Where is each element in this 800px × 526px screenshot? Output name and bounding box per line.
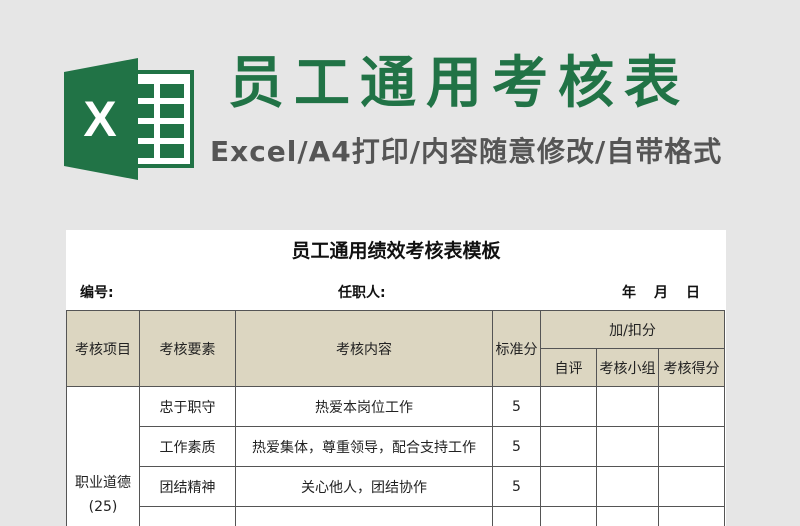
self-cell[interactable] xyxy=(540,426,597,467)
score-cell[interactable] xyxy=(658,426,725,467)
sheet-title: 员工通用绩效考核表模板 xyxy=(291,240,501,262)
excel-logo-icon: X xyxy=(64,58,194,180)
self-cell[interactable] xyxy=(540,386,597,427)
standard-cell: 5 xyxy=(492,426,541,467)
self-cell[interactable] xyxy=(540,466,597,507)
banner-subtitle: Excel/A4打印/内容随意修改/自带格式 xyxy=(210,135,723,168)
content-cell: 热爱本岗位工作 xyxy=(235,386,493,427)
score-cell[interactable] xyxy=(658,506,725,526)
score-cell[interactable] xyxy=(658,386,725,427)
element-cell: 工作素质 xyxy=(139,426,236,467)
category-name: 职业道德 xyxy=(75,474,131,491)
group-cell[interactable] xyxy=(596,426,659,467)
date-labels: 年月日 xyxy=(622,282,718,302)
person-label: 任职人: xyxy=(338,285,386,301)
group-cell[interactable] xyxy=(596,386,659,427)
header-score: 考核得分 xyxy=(658,348,725,387)
element-cell xyxy=(139,506,236,526)
content-cell xyxy=(235,506,493,526)
logo-letter: X xyxy=(83,91,116,147)
category-score: (25) xyxy=(88,498,118,515)
banner: X 员工通用考核表 Excel/A4打印/内容随意修改/自带格式 xyxy=(0,0,800,200)
year-label: 年 xyxy=(622,285,636,301)
header-content: 考核内容 xyxy=(235,310,493,387)
self-cell[interactable] xyxy=(540,506,597,526)
header-standard: 标准分 xyxy=(492,310,541,387)
number-label: 编号: xyxy=(80,285,114,301)
spreadsheet-preview: 员工通用绩效考核表模板 编号: 任职人: 年 月 日 考核项目 考核要素 考核内容 … xyxy=(66,230,726,526)
table-row: 职业道德 (25) 忠于职守 热爱本岗位工作 5 xyxy=(66,386,725,526)
header-item: 考核项目 xyxy=(66,310,140,387)
header-row-1: 考核项目 考核要素 考核内容 标准分 加/扣分 xyxy=(66,310,725,387)
table-row: 团结精神 关心他人，团结协作 5 xyxy=(67,466,725,507)
element-cell: 忠于职守 xyxy=(139,386,236,427)
month-label: 月 xyxy=(654,285,668,301)
element-cell: 团结精神 xyxy=(139,466,236,507)
day-label: 日 xyxy=(686,285,700,301)
score-cell[interactable] xyxy=(658,466,725,507)
standard-cell xyxy=(492,506,541,526)
group-cell[interactable] xyxy=(596,506,659,526)
header-self: 自评 xyxy=(540,348,597,387)
header-adjust: 加/扣分 xyxy=(540,310,725,349)
content-cell: 热爱集体，尊重领导，配合支持工作 xyxy=(235,426,493,467)
assessment-table: 考核项目 考核要素 考核内容 标准分 加/扣分 自评 考核小组 考核得分 职业道… xyxy=(66,310,725,526)
table-row: 工作素质 热爱集体，尊重领导，配合支持工作 5 xyxy=(67,426,725,467)
category-cell: 职业道德 (25) xyxy=(66,386,140,526)
content-cell: 关心他人，团结协作 xyxy=(235,466,493,507)
banner-title: 员工通用考核表 xyxy=(228,51,690,116)
standard-cell: 5 xyxy=(492,466,541,507)
table-row xyxy=(67,506,725,526)
standard-cell: 5 xyxy=(492,386,541,427)
header-group: 考核小组 xyxy=(596,348,659,387)
header-element: 考核要素 xyxy=(139,310,236,387)
group-cell[interactable] xyxy=(596,466,659,507)
